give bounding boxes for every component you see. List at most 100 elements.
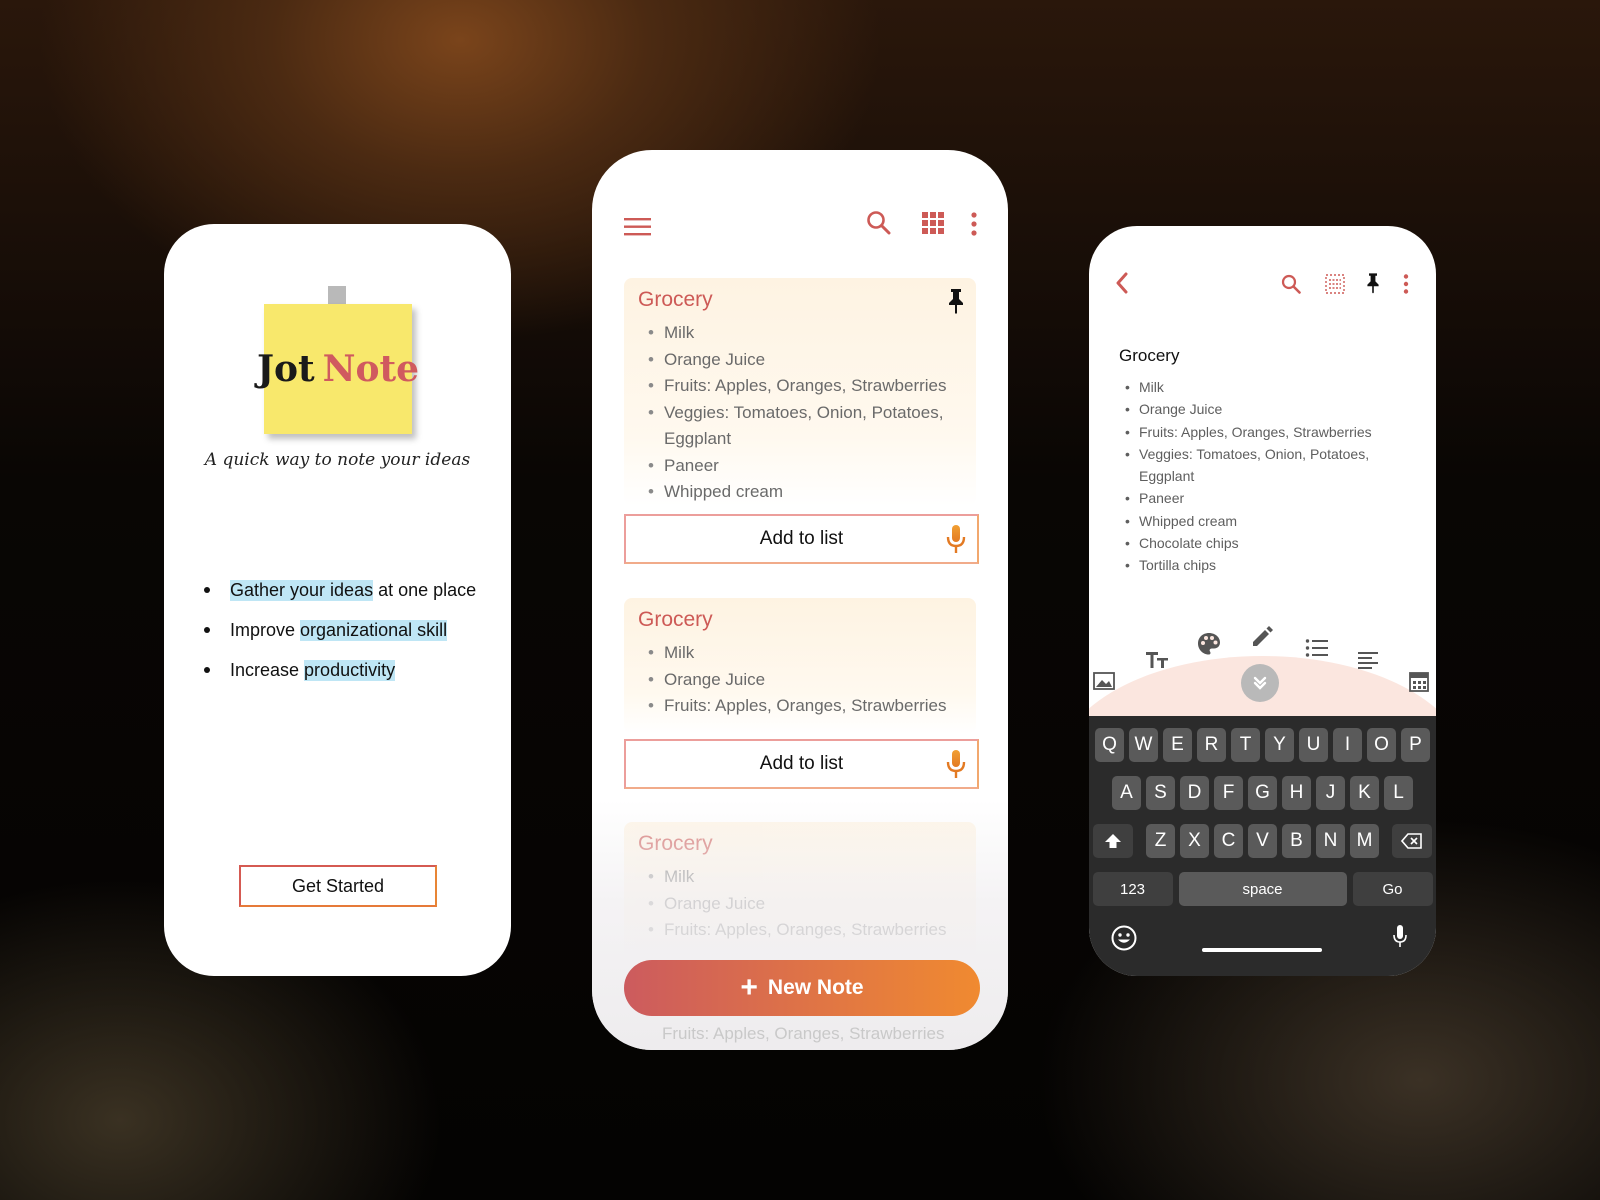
list-item: Eggplant: [1139, 468, 1195, 485]
feature-highlight: organizational skill: [300, 619, 448, 641]
tagline: A quick way to note your ideas: [204, 450, 471, 470]
backspace-icon: [1401, 833, 1422, 849]
logo-word-note: Note: [322, 348, 420, 390]
pin-icon[interactable]: [1365, 272, 1381, 294]
list-item: • Fruits: Apples, Oranges, Strawberries: [648, 376, 947, 395]
pencil-icon[interactable]: [1251, 624, 1275, 648]
key-t[interactable]: T: [1231, 728, 1260, 762]
key-i[interactable]: I: [1333, 728, 1362, 762]
add-to-list-input[interactable]: Add to list: [624, 514, 979, 564]
search-icon[interactable]: [1281, 274, 1301, 294]
key-a[interactable]: A: [1112, 776, 1141, 810]
align-icon[interactable]: [1357, 650, 1379, 670]
key-b[interactable]: B: [1282, 824, 1311, 858]
keyboard-row-1: Q W E R T Y U I O P: [1089, 728, 1436, 762]
feature-list: Gather your ideas at one place Improve o…: [204, 570, 476, 690]
list-item: • Paneer: [1125, 490, 1185, 507]
key-l[interactable]: L: [1384, 776, 1413, 810]
feature-text: Improve: [230, 619, 301, 640]
list-item: • Veggies: Tomatoes, Onion, Potatoes,: [648, 402, 944, 422]
key-u[interactable]: U: [1299, 728, 1328, 762]
keyboard-row-3: Z X C V B N M: [1089, 824, 1436, 858]
bullet-dot: [204, 587, 210, 593]
feature-highlight: Gather your ideas: [230, 579, 374, 601]
more-vert-icon[interactable]: [970, 212, 978, 236]
search-icon[interactable]: [866, 210, 892, 236]
key-m[interactable]: M: [1350, 824, 1379, 858]
keyboard-row-2: A S D F G H J K L: [1089, 776, 1436, 810]
note-card[interactable]: Grocery • Milk • Orange Juice • Fruits: App…: [624, 822, 976, 962]
space-key[interactable]: space: [1178, 872, 1347, 906]
text-size-icon[interactable]: [1145, 650, 1169, 670]
image-icon[interactable]: [1093, 672, 1115, 690]
list-item: • Paneer: [648, 455, 719, 475]
key-c[interactable]: C: [1214, 824, 1243, 858]
key-v[interactable]: V: [1248, 824, 1277, 858]
bullet-list-icon[interactable]: [1305, 638, 1329, 658]
feature-item: Improve organizational skill: [204, 610, 476, 650]
palette-icon[interactable]: [1197, 632, 1221, 656]
key-z[interactable]: Z: [1146, 824, 1175, 858]
note-items[interactable]: • Milk • Orange Juice • Fruits: Apples, Ora…: [1125, 376, 1372, 577]
list-item: Eggplant: [664, 429, 732, 448]
add-to-list-input[interactable]: Add to list: [624, 739, 979, 789]
keyboard-row-4: 123 space Go: [1089, 872, 1436, 906]
notes-list-screen: Grocery • Milk • Orange Juice • Fruits: App…: [592, 150, 1008, 1050]
back-icon[interactable]: [1115, 272, 1129, 294]
bullet-dot: [204, 627, 210, 633]
add-to-list-label: Add to list: [759, 753, 844, 774]
key-d[interactable]: D: [1180, 776, 1209, 810]
note-title: Grocery: [638, 608, 713, 631]
app-logo: Jot Note: [257, 304, 419, 434]
backspace-key[interactable]: [1392, 824, 1432, 858]
ghost-list-item: Fruits: Apples, Oranges, Strawberries: [662, 1024, 945, 1043]
key-n[interactable]: N: [1316, 824, 1345, 858]
get-started-button[interactable]: Get Started: [239, 865, 437, 907]
key-h[interactable]: H: [1282, 776, 1311, 810]
list-item: • Chocolate chips: [1125, 535, 1239, 552]
key-x[interactable]: X: [1180, 824, 1209, 858]
more-vert-icon[interactable]: [1403, 274, 1409, 294]
key-k[interactable]: K: [1350, 776, 1379, 810]
on-screen-keyboard: Q W E R T Y U I O P A S D F G H J K L Z: [1089, 716, 1436, 976]
list-view-icon[interactable]: [1325, 274, 1345, 294]
feature-item: Increase productivity: [204, 650, 476, 690]
emoji-icon[interactable]: [1111, 925, 1137, 951]
note-card[interactable]: Grocery • Milk • Orange Juice • Fruits: App…: [624, 278, 976, 506]
dictation-mic-icon[interactable]: [1392, 924, 1408, 950]
pin-icon[interactable]: [946, 288, 966, 314]
note-items: • Milk • Orange Juice • Fruits: Apples, Ora…: [638, 320, 962, 506]
key-g[interactable]: G: [1248, 776, 1277, 810]
key-y[interactable]: Y: [1265, 728, 1294, 762]
numbers-key[interactable]: 123: [1092, 872, 1173, 906]
key-o[interactable]: O: [1367, 728, 1396, 762]
note-title[interactable]: Grocery: [1119, 346, 1179, 366]
list-item: • Whipped cream: [648, 482, 784, 501]
go-key[interactable]: Go: [1352, 872, 1433, 906]
onboarding-screen: Jot Note A quick way to note your ideas …: [164, 224, 511, 976]
key-s[interactable]: S: [1146, 776, 1175, 810]
note-items: • Milk • Orange Juice • Fruits: Apples, Ora…: [638, 640, 962, 720]
key-p[interactable]: P: [1401, 728, 1430, 762]
list-item: • Fruits: Apples, Oranges, Strawberries: [1125, 423, 1372, 440]
key-w[interactable]: W: [1129, 728, 1158, 762]
menu-icon[interactable]: [624, 216, 652, 238]
note-card[interactable]: Grocery • Milk • Orange Juice • Fruits: App…: [624, 598, 976, 734]
collapse-toolbar-button[interactable]: [1241, 664, 1279, 702]
list-item: • Orange Juice: [648, 669, 766, 689]
key-r[interactable]: R: [1197, 728, 1226, 762]
list-item: • Milk: [648, 643, 695, 662]
note-editor-screen: Grocery • Milk • Orange Juice • Fruits: App…: [1089, 226, 1436, 976]
key-j[interactable]: J: [1316, 776, 1345, 810]
grid-view-icon[interactable]: [922, 212, 944, 234]
shift-key[interactable]: [1093, 824, 1133, 858]
key-f[interactable]: F: [1214, 776, 1243, 810]
mic-icon[interactable]: [945, 750, 967, 780]
calculator-icon[interactable]: [1409, 672, 1429, 692]
new-note-button[interactable]: + New Note: [624, 960, 980, 1016]
key-e[interactable]: E: [1163, 728, 1192, 762]
key-q[interactable]: Q: [1095, 728, 1124, 762]
list-item: • Milk: [1125, 379, 1164, 395]
shift-icon: [1105, 834, 1121, 848]
mic-icon[interactable]: [945, 525, 967, 555]
